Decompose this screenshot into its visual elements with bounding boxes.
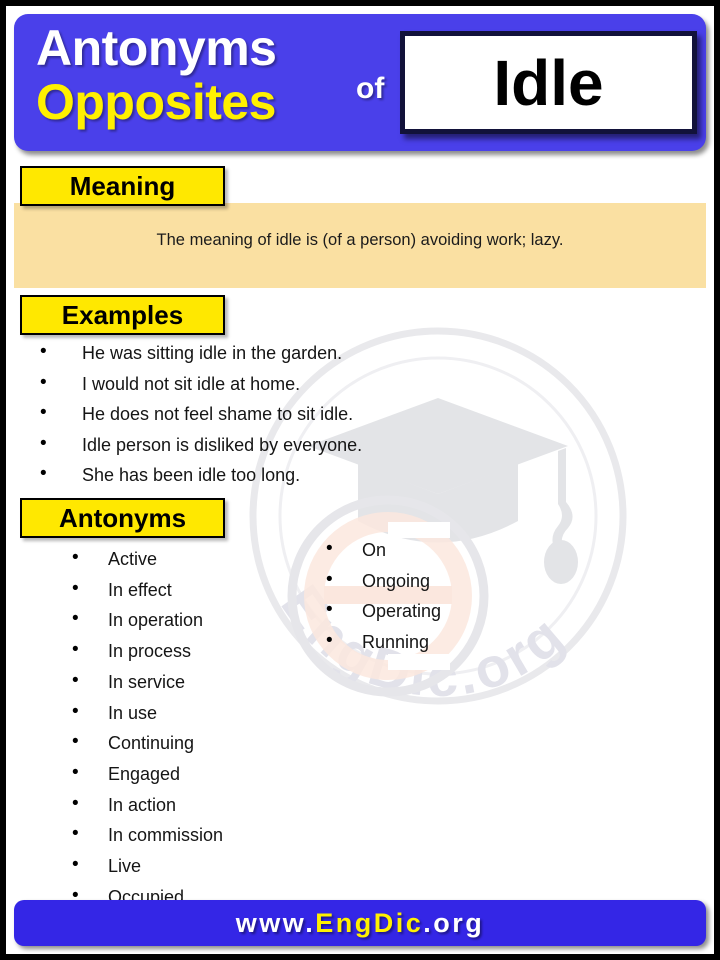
antonym-item: In service	[60, 666, 310, 698]
antonyms-column-left: Active In effect In operation In process…	[60, 543, 310, 912]
antonym-item: In use	[60, 697, 310, 729]
antonym-item: Engaged	[60, 758, 310, 790]
section-label-antonyms-text: Antonyms	[58, 502, 187, 533]
antonym-item: Active	[60, 543, 310, 575]
header-connector-of: of	[356, 72, 385, 105]
example-item: He was sitting idle in the garden.	[28, 337, 488, 369]
poster-header: Antonyms Opposites of Idle	[14, 14, 706, 151]
antonym-item: Live	[60, 850, 310, 882]
antonym-item: In operation	[60, 604, 310, 636]
antonym-item: In process	[60, 635, 310, 667]
example-item: I would not sit idle at home.	[28, 368, 488, 400]
antonym-item: In action	[60, 789, 310, 821]
antonym-item: Continuing	[60, 727, 310, 759]
section-label-meaning-text: Meaning	[69, 170, 176, 201]
section-label-meaning: Meaning	[20, 166, 225, 206]
antonym-item: In commission	[60, 819, 310, 851]
footer-url-prefix: www.	[235, 907, 316, 938]
antonym-item: In effect	[60, 574, 310, 606]
footer-bar: www.EngDic.org	[14, 900, 706, 946]
example-item: She has been idle too long.	[28, 459, 488, 491]
example-item: He does not feel shame to sit idle.	[28, 398, 488, 430]
antonym-item: On	[314, 534, 564, 566]
poster-sheet: EngDic.org Antonyms Opposites of Idle Me…	[6, 6, 714, 954]
antonym-item: Ongoing	[314, 565, 564, 597]
antonyms-column-right: On Ongoing Operating Running	[314, 534, 564, 658]
antonym-item: Running	[314, 626, 564, 658]
section-label-examples: Examples	[20, 295, 225, 335]
section-label-antonyms: Antonyms	[20, 498, 225, 538]
footer-url-brand: EngDic	[315, 907, 424, 938]
examples-list: He was sitting idle in the garden. I wou…	[28, 337, 488, 491]
poster-page: EngDic.org Antonyms Opposites of Idle Me…	[0, 0, 720, 960]
headword-text: Idle	[493, 46, 604, 119]
footer-url: www.EngDic.org	[236, 908, 485, 939]
header-title-antonyms: Antonyms	[36, 20, 277, 76]
headword-box: Idle	[400, 31, 697, 134]
example-item: Idle person is disliked by everyone.	[28, 429, 488, 461]
header-title-opposites: Opposites	[36, 74, 276, 130]
section-label-examples-text: Examples	[61, 299, 184, 330]
meaning-definition-text: The meaning of idle is (of a person) avo…	[156, 231, 564, 249]
footer-url-suffix: .org	[423, 907, 485, 938]
antonym-item: Operating	[314, 595, 564, 627]
